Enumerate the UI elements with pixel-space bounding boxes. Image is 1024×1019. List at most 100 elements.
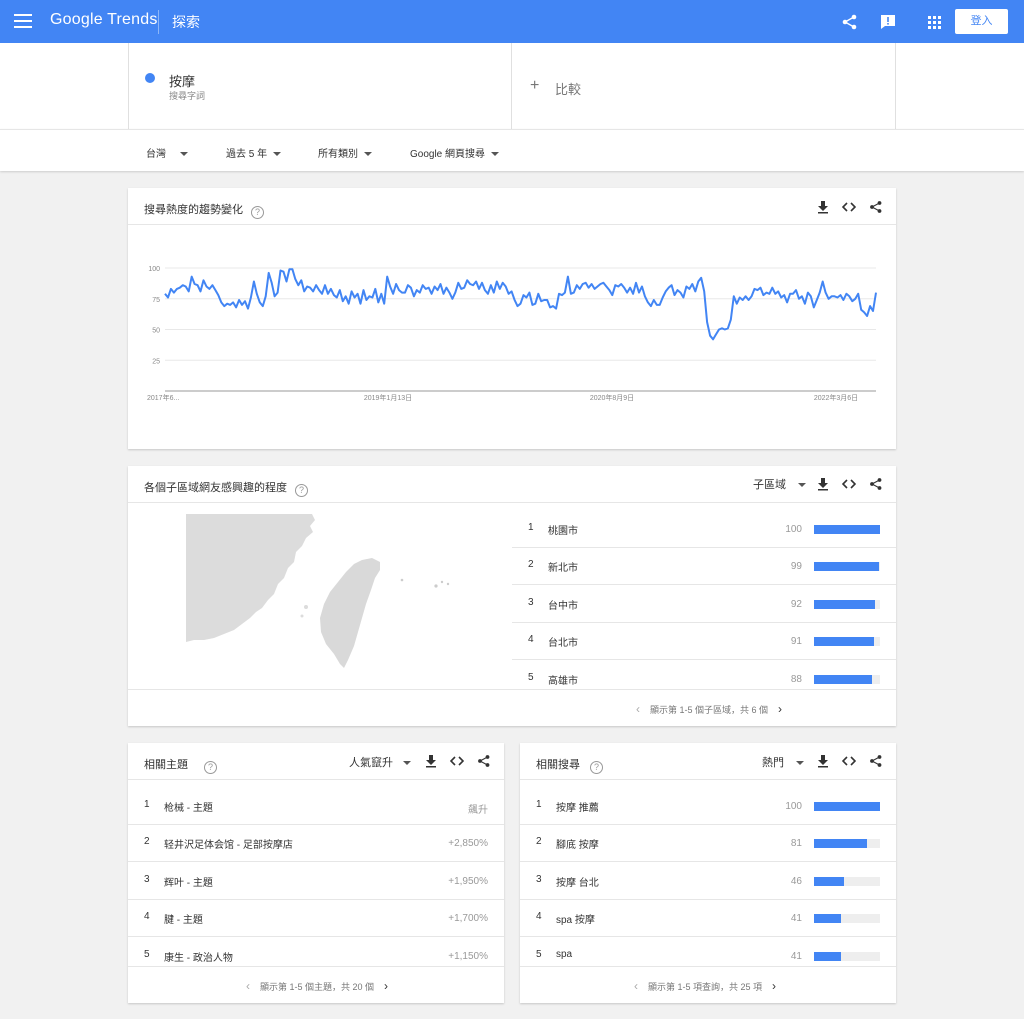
card-title: 相關主題? xyxy=(144,756,217,774)
row-link[interactable]: spa xyxy=(556,949,572,960)
row-link[interactable]: 台中市 xyxy=(548,597,578,612)
row-link[interactable]: spa 按摩 xyxy=(556,911,595,926)
time-filter[interactable]: 過去 5 年 xyxy=(226,145,282,160)
row-value: 88 xyxy=(790,673,802,685)
menu-icon[interactable] xyxy=(14,14,32,28)
row-link[interactable]: 新北市 xyxy=(548,559,578,574)
row-rank: 2 xyxy=(528,559,534,571)
download-icon[interactable] xyxy=(816,754,830,768)
value-bar-track xyxy=(814,951,880,961)
row-link[interactable]: 桃園市 xyxy=(548,522,578,537)
row-rank: 5 xyxy=(528,671,534,683)
row-value: 100 xyxy=(785,524,802,535)
row-link[interactable]: 腱 - 主題 xyxy=(164,911,203,926)
taiwan-island xyxy=(320,558,380,668)
value-bar xyxy=(814,674,873,684)
row-divider xyxy=(520,936,896,938)
y-tick-label: 50 xyxy=(152,328,160,335)
pagination-label: 顯示第 1-5 項查詢，共 25 項 xyxy=(648,982,763,992)
row-rank: 3 xyxy=(144,873,150,885)
row-divider xyxy=(128,936,504,938)
share-icon[interactable] xyxy=(869,200,883,214)
value-bar xyxy=(814,637,875,647)
row-link[interactable]: 康生 - 政治人物 xyxy=(164,949,233,964)
dropdown-arrow-icon xyxy=(180,152,188,157)
search-term-card[interactable]: 按摩 搜尋字詞 xyxy=(128,43,512,129)
download-icon[interactable] xyxy=(816,200,830,214)
category-filter[interactable]: 所有類別 xyxy=(318,145,372,160)
help-icon[interactable]: ? xyxy=(295,484,308,497)
chevron-right-icon[interactable]: › xyxy=(384,979,388,993)
x-tick-label: 2017年6... xyxy=(147,393,179,402)
value-bar-track xyxy=(814,674,880,684)
y-tick-label: 25 xyxy=(152,358,160,365)
row-link[interactable]: 高雄市 xyxy=(548,672,578,687)
x-tick-label: 2020年8月9日 xyxy=(590,393,634,402)
row-divider xyxy=(128,861,504,863)
chevron-right-icon[interactable]: › xyxy=(778,702,782,716)
islet xyxy=(434,584,438,588)
resolution-select[interactable]: 子區域 xyxy=(753,476,806,492)
row-link[interactable]: 台北市 xyxy=(548,634,578,649)
row-rank: 3 xyxy=(528,596,534,608)
row-value: 91 xyxy=(790,636,802,648)
chevron-left-icon[interactable]: ‹ xyxy=(246,979,250,993)
feedback-icon[interactable] xyxy=(878,12,898,32)
row-link[interactable]: 按摩 推薦 xyxy=(556,799,599,814)
value-bar xyxy=(814,876,845,886)
dropdown-arrow-icon xyxy=(403,761,411,766)
chevron-right-icon[interactable]: › xyxy=(772,979,776,993)
row-divider xyxy=(512,659,896,661)
row-divider xyxy=(512,621,896,623)
row-link[interactable]: 按摩 台北 xyxy=(556,874,599,889)
pagination-label: 顯示第 1-5 個主題，共 20 個 xyxy=(260,982,375,992)
chevron-left-icon[interactable]: ‹ xyxy=(636,702,640,716)
value-bar xyxy=(814,914,842,924)
trend-line-chart[interactable]: 100 75 50 25 2017年6... 2019年1月13日 2020年8月9日 202… xyxy=(128,248,896,408)
share-icon[interactable] xyxy=(477,754,491,768)
row-divider xyxy=(128,898,504,900)
row-link[interactable]: 腳底 按摩 xyxy=(556,836,599,851)
row-rank: 1 xyxy=(144,799,150,810)
help-icon[interactable]: ? xyxy=(204,761,217,774)
chevron-left-icon[interactable]: ‹ xyxy=(634,979,638,993)
search-type-filter[interactable]: Google 網頁搜尋 xyxy=(410,145,500,160)
value-bar-track xyxy=(814,599,880,609)
apps-grid-icon[interactable] xyxy=(924,12,944,32)
islet xyxy=(400,578,404,582)
queries-sort-select[interactable]: 熱門 xyxy=(762,754,804,770)
row-link[interactable]: 轻井沢足体会馆 - 足部按摩店 xyxy=(164,836,293,851)
region-filter[interactable]: 台灣 xyxy=(146,145,188,160)
dropdown-arrow-icon xyxy=(796,761,804,766)
share-icon[interactable] xyxy=(869,477,883,491)
islet xyxy=(440,580,444,584)
embed-icon[interactable] xyxy=(842,754,856,768)
card-divider xyxy=(128,224,896,225)
taiwan-map[interactable] xyxy=(184,512,464,682)
value-bar-track xyxy=(814,525,880,534)
row-value: 100 xyxy=(785,801,802,812)
share-icon[interactable] xyxy=(840,12,860,32)
help-icon[interactable]: ? xyxy=(251,206,264,219)
value-bar-track xyxy=(814,562,880,572)
row-divider xyxy=(520,824,896,825)
download-icon[interactable] xyxy=(424,754,438,768)
islet xyxy=(300,614,304,618)
embed-icon[interactable] xyxy=(450,754,464,768)
sign-in-button[interactable]: 登入 xyxy=(955,9,1008,34)
card-divider xyxy=(520,966,896,967)
embed-icon[interactable] xyxy=(842,477,856,491)
value-bar-track xyxy=(814,637,880,647)
download-icon[interactable] xyxy=(816,477,830,491)
google-trends-logo[interactable]: Google Trends xyxy=(50,11,158,29)
x-tick-label: 2019年1月13日 xyxy=(364,393,412,402)
row-link[interactable]: 辉叶 - 主題 xyxy=(164,874,213,889)
help-icon[interactable]: ? xyxy=(590,761,603,774)
row-divider xyxy=(128,824,504,825)
row-link[interactable]: 枪械 - 主題 xyxy=(164,799,213,814)
add-comparison[interactable]: + 比較 xyxy=(512,43,896,129)
topics-sort-select[interactable]: 人氣竄升 xyxy=(349,754,411,770)
share-icon[interactable] xyxy=(869,754,883,768)
y-tick-label: 75 xyxy=(152,297,160,304)
embed-icon[interactable] xyxy=(842,200,856,214)
